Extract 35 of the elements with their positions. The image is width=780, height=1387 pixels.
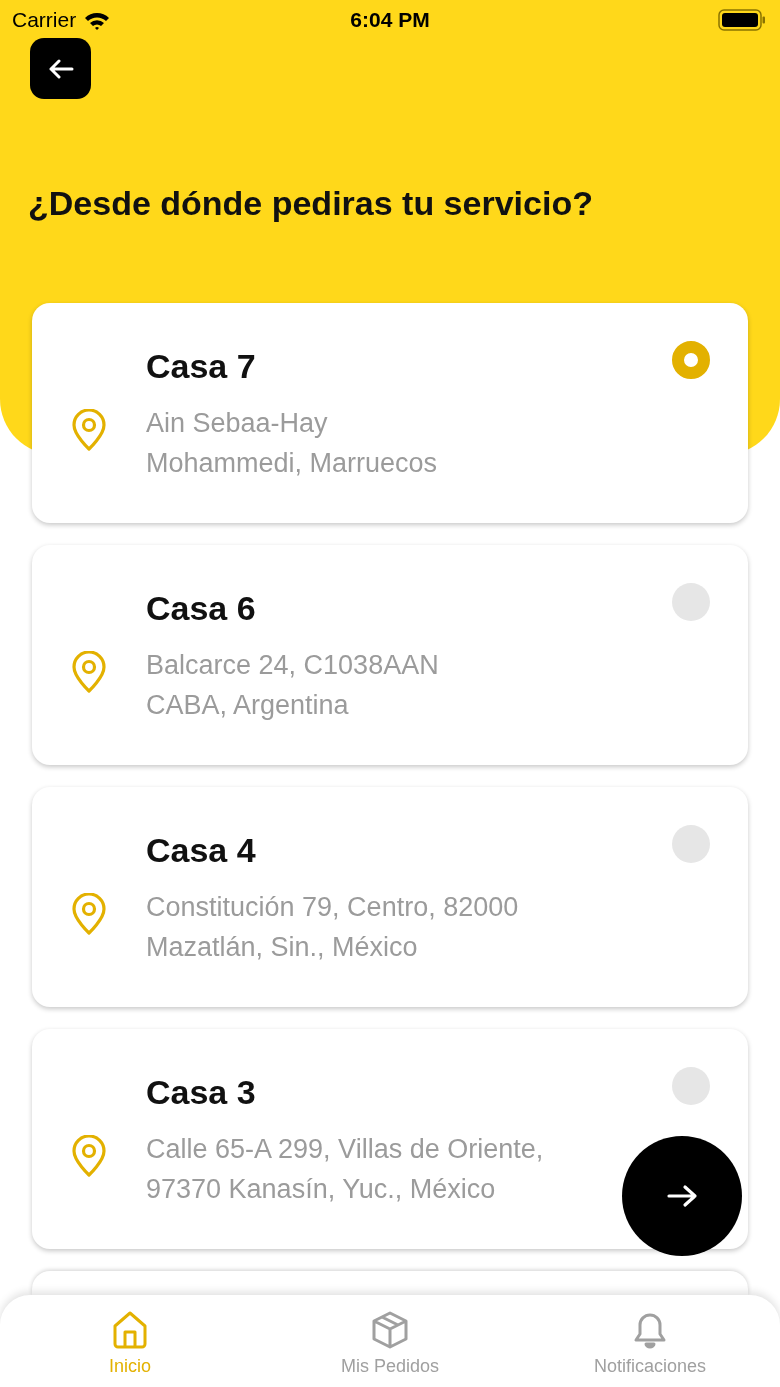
address-card[interactable] [32,1271,748,1295]
address-card[interactable]: Casa 7 Ain Sebaa-Hay Mohammedi, Marruecos [32,303,748,523]
address-name: Casa 6 [146,588,256,629]
home-icon [111,1310,149,1350]
address-line: Calle 65-A 299, Villas de Oriente, [146,1133,544,1166]
back-arrow-icon [47,58,74,79]
clock-time: 6:04 PM [350,8,430,32]
address-card[interactable]: Casa 3 Calle 65-A 299, Villas de Oriente, 97370 Kanasín, Yuc., México [32,1029,748,1249]
address-name: Casa 3 [146,1072,256,1113]
location-pin-icon [70,1135,108,1177]
location-pin-icon [70,409,108,451]
page-title: ¿Desde dónde pediras tu servicio? [28,183,593,224]
address-name: Casa 4 [146,830,256,871]
box-icon [370,1310,410,1350]
radio-button[interactable] [672,583,710,621]
forward-arrow-icon [666,1184,698,1208]
location-pin-icon [70,651,108,693]
address-line: Constitución 79, Centro, 82000 [146,891,519,924]
address-line: Ain Sebaa-Hay [146,407,328,440]
carrier-label: Carrier [12,8,77,32]
location-pin-icon [70,893,108,935]
radio-button[interactable] [672,341,710,379]
address-line: Mazatlán, Sin., México [146,931,418,964]
address-name: Casa 7 [146,346,256,387]
address-line: Balcarce 24, C1038AAN [146,649,439,682]
radio-button[interactable] [672,1067,710,1105]
radio-button[interactable] [672,825,710,863]
address-line: 97370 Kanasín, Yuc., México [146,1173,496,1206]
wifi-icon [84,10,111,30]
back-button[interactable] [30,38,91,99]
battery-icon [718,9,766,31]
address-line: CABA, Argentina [146,689,349,722]
address-card[interactable]: Casa 4 Constitución 79, Centro, 82000 Mazatlán, Sin., México [32,787,748,1007]
address-line: Mohammedi, Marruecos [146,447,438,480]
address-card[interactable]: Casa 6 Balcarce 24, C1038AAN CABA, Argentina [32,545,748,765]
